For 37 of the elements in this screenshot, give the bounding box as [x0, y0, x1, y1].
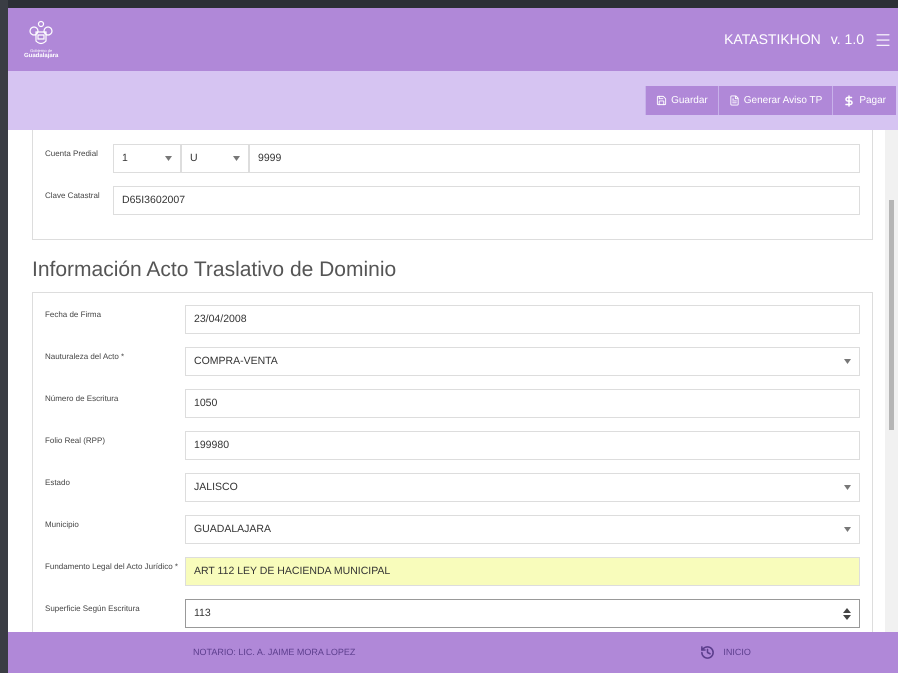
input-field[interactable]: 199980 — [185, 431, 860, 460]
field-label: Folio Real (RPP) — [45, 435, 106, 447]
history-icon — [700, 645, 716, 660]
field-label: Municipio — [45, 519, 80, 531]
caret-icon — [844, 359, 851, 364]
caret-icon — [844, 527, 851, 532]
spinner-icon[interactable] — [843, 608, 851, 620]
caret-icon — [165, 156, 172, 161]
select-field[interactable]: COMPRA-VENTA — [185, 347, 860, 376]
field-label: Estado — [45, 477, 71, 489]
app-title: KATASTIKHON — [724, 30, 821, 49]
section-title: Información Acto Traslativo de Dominio — [32, 257, 398, 283]
document-icon — [728, 95, 740, 106]
scrollbar[interactable] — [885, 130, 898, 632]
select-field[interactable]: JALISCO — [185, 473, 860, 502]
field-label: Cuenta Predial — [45, 148, 99, 160]
input-field[interactable]: 23/04/2008 — [185, 305, 860, 334]
dollar-icon — [843, 94, 856, 106]
input-field[interactable]: 1050 — [185, 389, 860, 418]
field-label: Fundamento Legal del Acto Jurídico * — [45, 561, 179, 573]
version-label: v. 1.0 — [830, 30, 864, 49]
caret-icon — [844, 485, 851, 490]
field-label: Número de Escritura — [45, 393, 120, 405]
select-field[interactable]: 1 — [113, 144, 181, 173]
caret-icon — [233, 156, 240, 161]
field-label: Clave Catastral — [45, 190, 101, 202]
field-label: Fecha de Firma — [45, 309, 102, 321]
notary-label: NOTARIO: LIC. A. JAIME MORA LOPEZ — [193, 646, 356, 659]
field-label: Superficie Según Escritura — [45, 603, 141, 615]
select-field[interactable]: GUADALAJARA — [185, 515, 860, 544]
input-field[interactable]: D65I3602007 — [113, 186, 860, 215]
input-field[interactable]: 9999 — [249, 144, 860, 173]
field-label: Nauturaleza del Acto * — [45, 351, 126, 363]
number-field[interactable]: 113 — [185, 599, 860, 628]
input-field[interactable]: ART 112 LEY DE HACIENDA MUNICIPAL — [185, 557, 860, 586]
save-icon — [656, 95, 668, 106]
select-field[interactable]: U — [181, 144, 249, 173]
